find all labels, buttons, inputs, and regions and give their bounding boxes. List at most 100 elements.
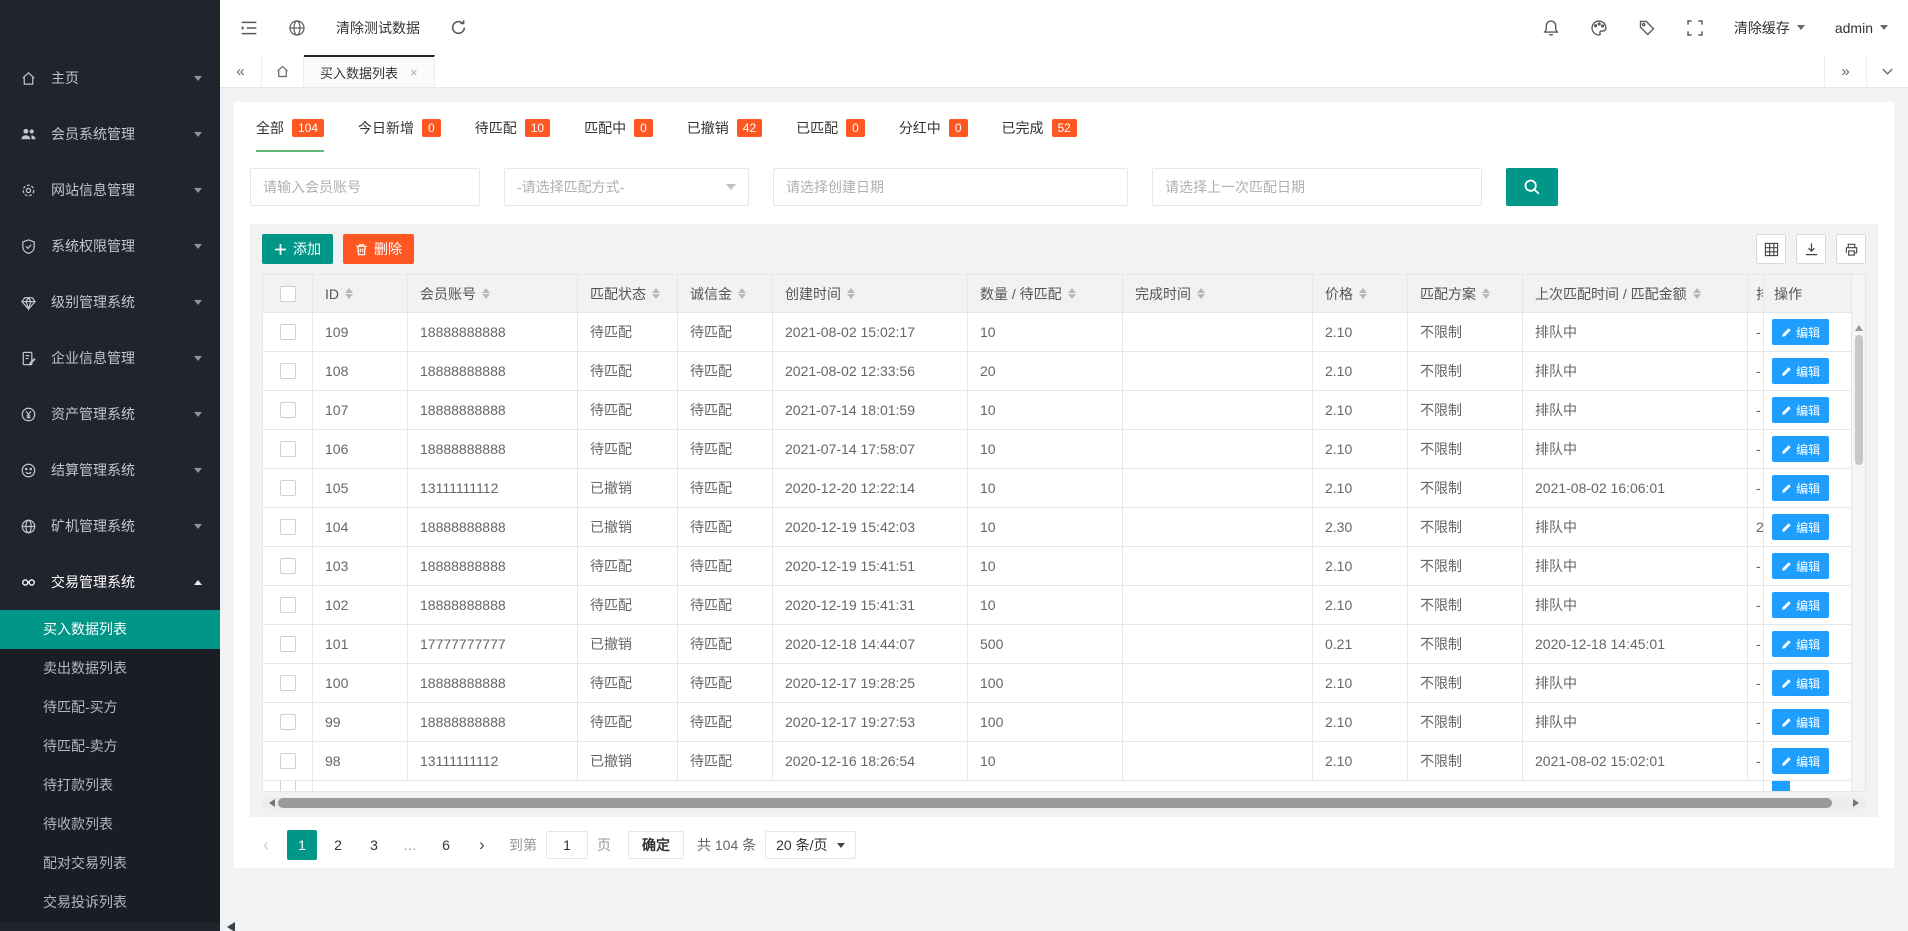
edit-button[interactable]: 编辑 [1772, 514, 1829, 540]
goto-page-input[interactable] [546, 831, 588, 859]
edit-button[interactable]: 编辑 [1772, 631, 1829, 657]
sidebar-subitem[interactable]: 待匹配-买方 [0, 688, 220, 727]
filter-tab[interactable]: 已匹配 0 [796, 118, 865, 152]
sort-icon[interactable] [847, 284, 855, 303]
tabs-scroll-right-button[interactable]: » [1824, 55, 1866, 87]
scroll-right-icon[interactable] [1853, 799, 1863, 807]
filter-tab[interactable]: 分红中 0 [899, 118, 968, 152]
sidebar-item-enterprise[interactable]: 企业信息管理 [0, 330, 220, 386]
globe-icon[interactable] [288, 19, 306, 37]
col-header-deposit[interactable]: 诚信金 [678, 275, 773, 312]
create-date-input[interactable] [773, 168, 1128, 206]
row-checkbox[interactable] [280, 363, 296, 379]
sidebar-item-site-info[interactable]: 网站信息管理 [0, 162, 220, 218]
sidebar-item-home[interactable]: 主页 [0, 50, 220, 106]
page-number[interactable]: 6 [431, 830, 461, 860]
scroll-left-icon[interactable] [265, 799, 275, 807]
col-header-qty[interactable]: 数量 / 待匹配 [968, 275, 1123, 312]
add-button[interactable]: 添加 [262, 234, 333, 264]
page-size-select[interactable]: 20 条/页 [765, 831, 855, 859]
edit-button[interactable]: 编辑 [1772, 709, 1829, 735]
match-type-select[interactable]: -请选择匹配方式- [504, 168, 749, 206]
delete-button[interactable]: 删除 [343, 234, 414, 264]
scroll-up-icon[interactable] [1855, 321, 1863, 331]
page-number[interactable]: 1 [287, 830, 317, 860]
edit-button[interactable]: 编辑 [1772, 319, 1829, 345]
sidebar-item-permissions[interactable]: 系统权限管理 [0, 218, 220, 274]
sort-icon[interactable] [1068, 284, 1076, 303]
sidebar-item-settlement[interactable]: 结算管理系统 [0, 442, 220, 498]
refresh-icon[interactable] [450, 19, 467, 36]
edit-button[interactable]: 编辑 [1772, 553, 1829, 579]
next-page-button[interactable]: › [470, 830, 494, 860]
row-checkbox[interactable] [280, 558, 296, 574]
filter-tab[interactable]: 今日新增 0 [358, 118, 441, 152]
col-header-status[interactable]: 匹配状态 [578, 275, 678, 312]
last-match-date-input[interactable] [1152, 168, 1482, 206]
row-checkbox[interactable] [280, 441, 296, 457]
horizontal-scrollbar[interactable] [262, 797, 1866, 809]
col-header-created[interactable]: 创建时间 [773, 275, 968, 312]
row-checkbox[interactable] [280, 636, 296, 652]
sort-icon[interactable] [738, 284, 746, 303]
sort-icon[interactable] [1482, 284, 1490, 303]
sidebar-subitem[interactable]: 配对交易列表 [0, 844, 220, 883]
edit-button[interactable] [1772, 781, 1790, 791]
sort-icon[interactable] [1359, 284, 1367, 303]
col-header-price[interactable]: 价格 [1313, 275, 1408, 312]
sort-icon[interactable] [652, 284, 660, 303]
vertical-scrollbar-thumb[interactable] [1855, 335, 1863, 465]
clear-cache-dropdown[interactable]: 清除缓存 [1734, 18, 1805, 38]
select-all-checkbox[interactable] [280, 286, 296, 302]
viewport-scroll-left-icon[interactable] [222, 922, 235, 931]
sidebar-subitem[interactable]: 买入数据列表 [0, 610, 220, 649]
edit-button[interactable]: 编辑 [1772, 358, 1829, 384]
col-header-id[interactable]: ID [313, 275, 408, 312]
tab-buy-data-list[interactable]: 买入数据列表 × [304, 55, 435, 87]
search-button[interactable] [1506, 168, 1558, 206]
sidebar-subitem[interactable]: 待收款列表 [0, 805, 220, 844]
vertical-scrollbar[interactable] [1851, 275, 1865, 791]
sidebar-item-miners[interactable]: 矿机管理系统 [0, 498, 220, 554]
tabs-menu-button[interactable] [1866, 55, 1908, 87]
col-header-plan[interactable]: 匹配方案 [1408, 275, 1523, 312]
edit-button[interactable]: 编辑 [1772, 475, 1829, 501]
print-button[interactable] [1836, 234, 1866, 264]
row-checkbox[interactable] [280, 753, 296, 769]
theme-palette-icon[interactable] [1590, 19, 1608, 37]
columns-filter-button[interactable] [1756, 234, 1786, 264]
edit-button[interactable]: 编辑 [1772, 592, 1829, 618]
sidebar-item-assets[interactable]: 资产管理系统 [0, 386, 220, 442]
confirm-button[interactable]: 确定 [628, 831, 684, 859]
sidebar-subitem[interactable]: 卖出数据列表 [0, 649, 220, 688]
sidebar-subitem[interactable]: 待打款列表 [0, 766, 220, 805]
menu-collapse-icon[interactable] [240, 19, 258, 37]
row-checkbox[interactable] [280, 519, 296, 535]
sidebar-subitem[interactable]: 交易投诉列表 [0, 883, 220, 922]
sidebar-subitem[interactable]: 待匹配-卖方 [0, 727, 220, 766]
sort-icon[interactable] [1693, 284, 1701, 303]
filter-tab[interactable]: 待匹配 10 [475, 118, 550, 152]
export-button[interactable] [1796, 234, 1826, 264]
edit-button[interactable]: 编辑 [1772, 436, 1829, 462]
tag-icon[interactable] [1638, 19, 1656, 37]
sort-icon[interactable] [345, 284, 353, 303]
fullscreen-icon[interactable] [1686, 19, 1704, 37]
home-tab-button[interactable] [262, 55, 304, 87]
page-number[interactable]: 2 [323, 830, 353, 860]
tabs-scroll-left-button[interactable]: « [220, 55, 262, 87]
clear-test-data-button[interactable]: 清除测试数据 [336, 18, 420, 38]
filter-tab[interactable]: 已撤销 42 [687, 118, 762, 152]
row-checkbox[interactable] [280, 597, 296, 613]
sidebar-item-members[interactable]: 会员系统管理 [0, 106, 220, 162]
row-checkbox[interactable] [280, 714, 296, 730]
prev-page-button[interactable]: ‹ [254, 830, 278, 860]
sidebar-item-levels[interactable]: 级别管理系统 [0, 274, 220, 330]
user-dropdown[interactable]: admin [1835, 20, 1888, 36]
page-number[interactable]: … [395, 830, 425, 860]
edit-button[interactable]: 编辑 [1772, 670, 1829, 696]
filter-tab[interactable]: 匹配中 0 [584, 118, 653, 152]
row-checkbox[interactable] [280, 402, 296, 418]
row-checkbox[interactable] [280, 324, 296, 340]
sidebar-item-trading[interactable]: 交易管理系统 [0, 554, 220, 610]
